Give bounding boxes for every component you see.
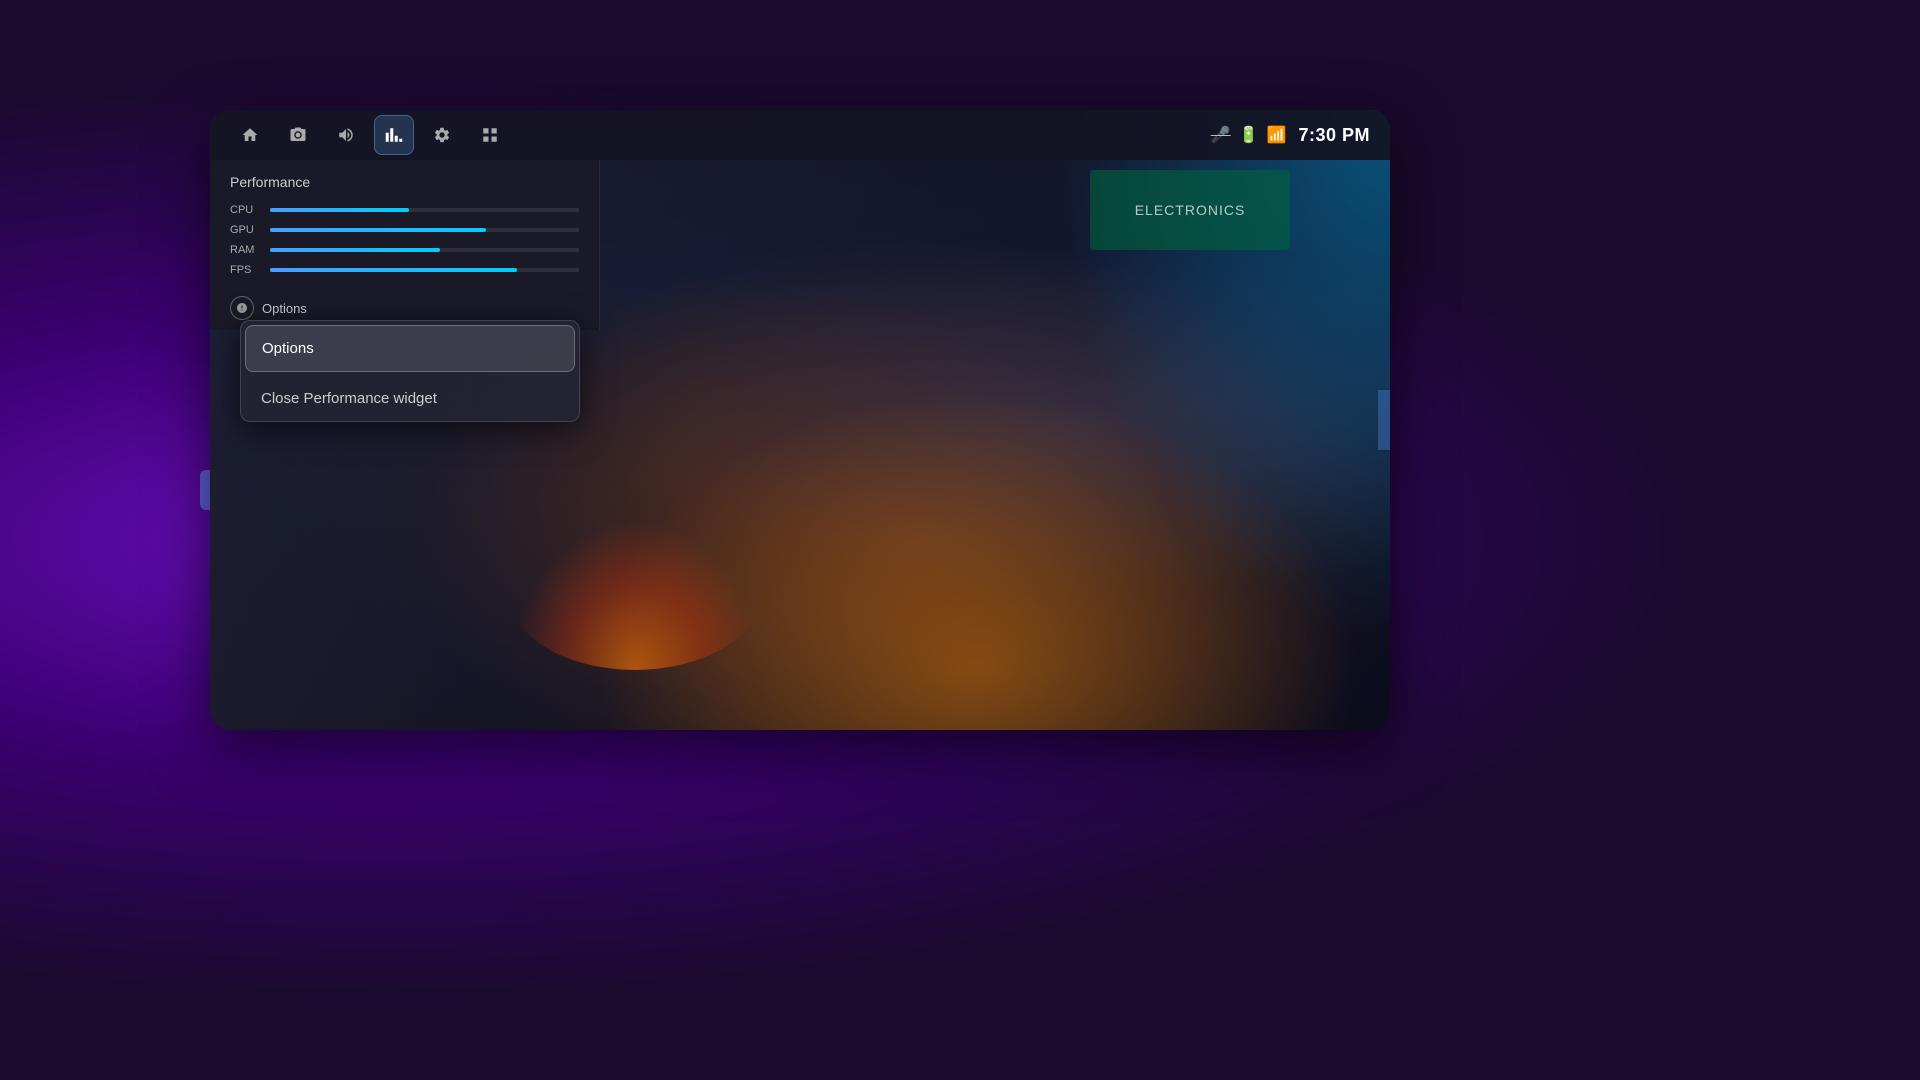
nav-volume-button[interactable] (326, 115, 366, 155)
status-icons: 🎤 🔋 📶 (1211, 125, 1287, 145)
cpu-label: CPU (230, 204, 260, 216)
performance-panel: Performance CPU GPU RAM (210, 160, 600, 330)
options-icon (236, 302, 248, 314)
nav-settings-button[interactable] (422, 115, 462, 155)
options-circle-icon (230, 296, 254, 320)
ram-row: RAM (230, 244, 579, 256)
gpu-row: GPU (230, 224, 579, 236)
grid-icon (481, 126, 499, 144)
ram-bar-bg (270, 248, 579, 252)
fps-row: FPS (230, 264, 579, 276)
camera-icon (289, 126, 307, 144)
fps-label: FPS (230, 264, 260, 276)
device-screen: ELECTRONICS (210, 110, 1390, 730)
performance-rows: CPU GPU RAM FPS (210, 204, 599, 286)
options-label: Options (262, 301, 307, 316)
menu-item-close-widget[interactable]: Close Performance widget (241, 376, 579, 421)
fps-bar (270, 268, 517, 272)
cpu-bar-bg (270, 208, 579, 212)
menu-item-options[interactable]: Options (245, 325, 575, 372)
gpu-bar (270, 228, 486, 232)
time-display: 7:30 PM (1298, 125, 1370, 146)
gear-icon (433, 126, 451, 144)
mic-icon: 🎤 (1211, 125, 1231, 145)
performance-icon (385, 126, 403, 144)
wifi-icon: 📶 (1267, 125, 1287, 145)
nav-grid-button[interactable] (470, 115, 510, 155)
ram-label: RAM (230, 244, 260, 256)
battery-icon: 🔋 (1239, 125, 1259, 145)
nav-icons-left (230, 115, 510, 155)
store-sign-decoration: ELECTRONICS (1090, 170, 1290, 250)
context-menu: Options Close Performance widget (240, 320, 580, 422)
volume-icon (337, 126, 355, 144)
home-icon (241, 126, 259, 144)
nav-status-right: 🎤 🔋 📶 7:30 PM (1211, 125, 1370, 146)
performance-title: Performance (210, 160, 599, 204)
ram-bar (270, 248, 440, 252)
nav-home-button[interactable] (230, 115, 270, 155)
gpu-bar-bg (270, 228, 579, 232)
nav-bar: 🎤 🔋 📶 7:30 PM (210, 110, 1390, 160)
gpu-label: GPU (230, 224, 260, 236)
nav-performance-button[interactable] (374, 115, 414, 155)
cpu-bar (270, 208, 409, 212)
side-tab[interactable] (1378, 390, 1390, 450)
cpu-row: CPU (230, 204, 579, 216)
fps-bar-bg (270, 268, 579, 272)
nav-screenshot-button[interactable] (278, 115, 318, 155)
